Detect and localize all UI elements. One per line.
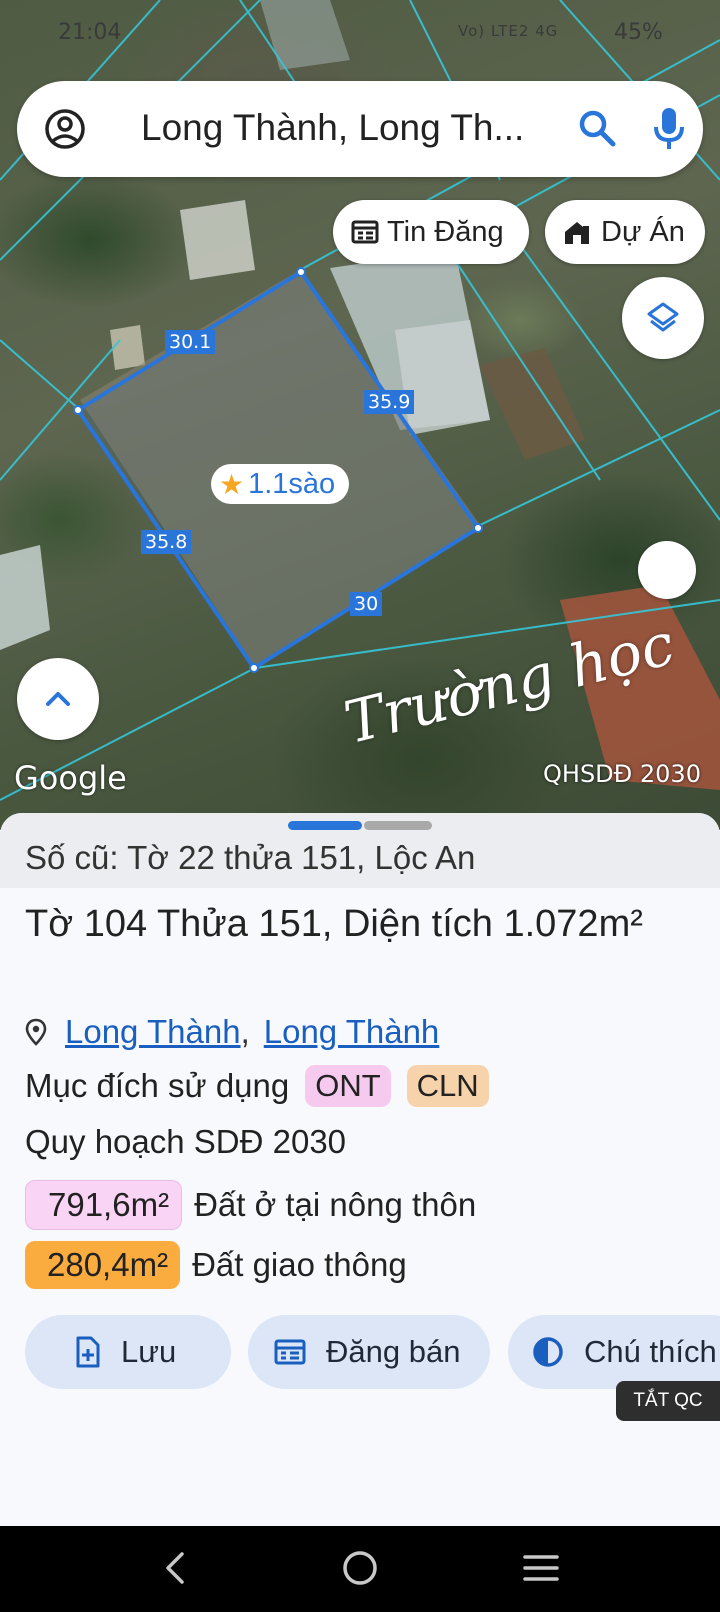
district-link[interactable]: Long Thành [65, 1013, 241, 1051]
save-button[interactable]: Lưu [25, 1315, 231, 1389]
status-time: 21:04 [58, 20, 122, 45]
dimension-label-bottom: 30 [350, 592, 383, 616]
location-separator: , [240, 1013, 250, 1050]
building-icon [565, 222, 589, 244]
land-use-label: Đất giao thông [192, 1246, 407, 1283]
contrast-icon [533, 1337, 563, 1367]
area-value: 1.1sào [248, 467, 336, 500]
tin-dang-label: Tin Đăng [387, 215, 504, 248]
dimension-label-right: 35.9 [364, 390, 415, 414]
account-icon[interactable] [43, 107, 87, 151]
bottom-sheet[interactable]: Số cũ: Tờ 22 thửa 151, Lộc An Tờ 104 Thử… [0, 813, 720, 1526]
microphone-icon[interactable] [649, 105, 689, 151]
purpose-badge-ont: ONT [305, 1065, 391, 1107]
purpose-badge-cln: CLN [406, 1065, 489, 1107]
location-pin-icon [25, 1018, 47, 1046]
search-icon[interactable] [575, 106, 619, 150]
land-use-label: Đất ở tại nông thôn [194, 1186, 477, 1223]
layers-button[interactable] [622, 277, 704, 359]
area-label[interactable]: ★ 1.1sào [211, 464, 350, 504]
plan-year-badge: QHSDĐ 2030 [543, 760, 701, 788]
land-use-area: 791,6m² [25, 1180, 183, 1230]
du-an-chip[interactable]: Dự Án [545, 200, 705, 264]
purpose-label: Mục đích sử dụng [25, 1067, 290, 1104]
location-button[interactable] [638, 541, 696, 599]
tin-dang-chip[interactable]: Tin Đăng [333, 200, 529, 264]
map-view[interactable]: 21:04 Vo) LTE2 4G 45% 30.1 35.9 35.8 30 … [0, 0, 720, 830]
ad-off-button[interactable]: TẮT QC [616, 1381, 720, 1421]
dimension-label-left: 35.8 [141, 530, 192, 554]
save-label: Lưu [121, 1334, 177, 1369]
google-logo: Google [14, 759, 127, 797]
land-use-row: 791,6m² Đất ở tại nông thôn [25, 1180, 476, 1230]
parcel-title: Tờ 104 Thửa 151, Diện tích 1.072m² [25, 903, 643, 945]
listing-icon [351, 220, 379, 244]
commune-link[interactable]: Long Thành [264, 1013, 440, 1051]
add-file-icon [76, 1336, 100, 1368]
post-sale-label: Đăng bán [326, 1334, 461, 1369]
legend-label: Chú thích [584, 1334, 717, 1369]
land-use-area: 280,4m² [25, 1241, 181, 1289]
dimension-label-top: 30.1 [165, 330, 216, 354]
du-an-label: Dự Án [601, 215, 685, 248]
sheet-handle[interactable] [288, 821, 362, 830]
post-sale-button[interactable]: Đăng bán [248, 1315, 490, 1389]
recents-icon[interactable] [521, 1548, 561, 1588]
expand-sheet-button[interactable] [17, 658, 99, 740]
star-icon: ★ [219, 468, 245, 500]
land-use-row: 280,4m² Đất giao thông [25, 1241, 407, 1289]
land-purpose-row: Mục đích sử dụng ONT CLN [25, 1065, 489, 1107]
chevron-up-icon [46, 692, 70, 706]
location-row: Long Thành , Long Thành [25, 1013, 439, 1051]
signal-icon: Vo) LTE2 4G [458, 22, 559, 40]
back-icon[interactable] [160, 1548, 190, 1588]
legend-button[interactable]: Chú thích [508, 1315, 720, 1389]
plan-title: Quy hoạch SDĐ 2030 [25, 1123, 347, 1160]
layers-icon [647, 302, 679, 332]
system-nav-bar [0, 1526, 720, 1612]
sheet-handle-secondary[interactable] [364, 821, 432, 830]
listing-icon [274, 1339, 306, 1365]
search-input[interactable]: Long Thành, Long Th... [141, 107, 524, 149]
search-bar[interactable]: Long Thành, Long Th... [17, 81, 703, 177]
status-bar: 21:04 Vo) LTE2 4G 45% [0, 0, 720, 64]
battery-level: 45% [614, 20, 663, 45]
home-icon[interactable] [340, 1548, 380, 1588]
